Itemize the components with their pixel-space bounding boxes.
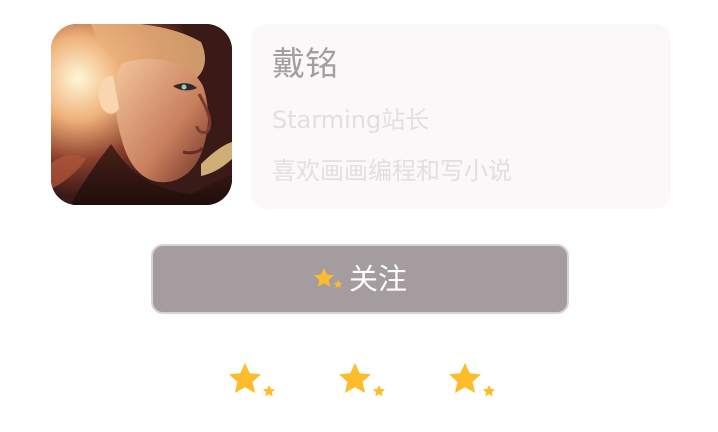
profile-title: Starming站长 (272, 106, 430, 134)
follow-button-label: 关注 (348, 262, 407, 296)
follow-button[interactable]: 关注 (151, 244, 569, 314)
star-icon (229, 363, 275, 397)
rating-star-3[interactable] (445, 362, 497, 402)
star-icon (313, 267, 345, 293)
rating-star-2[interactable] (335, 362, 387, 402)
profile-bio: 喜欢画画编程和写小说 (272, 157, 512, 185)
rating-star-1[interactable] (225, 362, 277, 402)
profile-name: 戴铭 (272, 44, 338, 83)
star-icon (339, 363, 385, 397)
profile-info-card: 戴铭 Starming站长 喜欢画画编程和写小说 (251, 24, 671, 209)
star-icon (449, 363, 495, 397)
avatar[interactable] (51, 24, 232, 205)
avatar-portrait (51, 24, 232, 205)
